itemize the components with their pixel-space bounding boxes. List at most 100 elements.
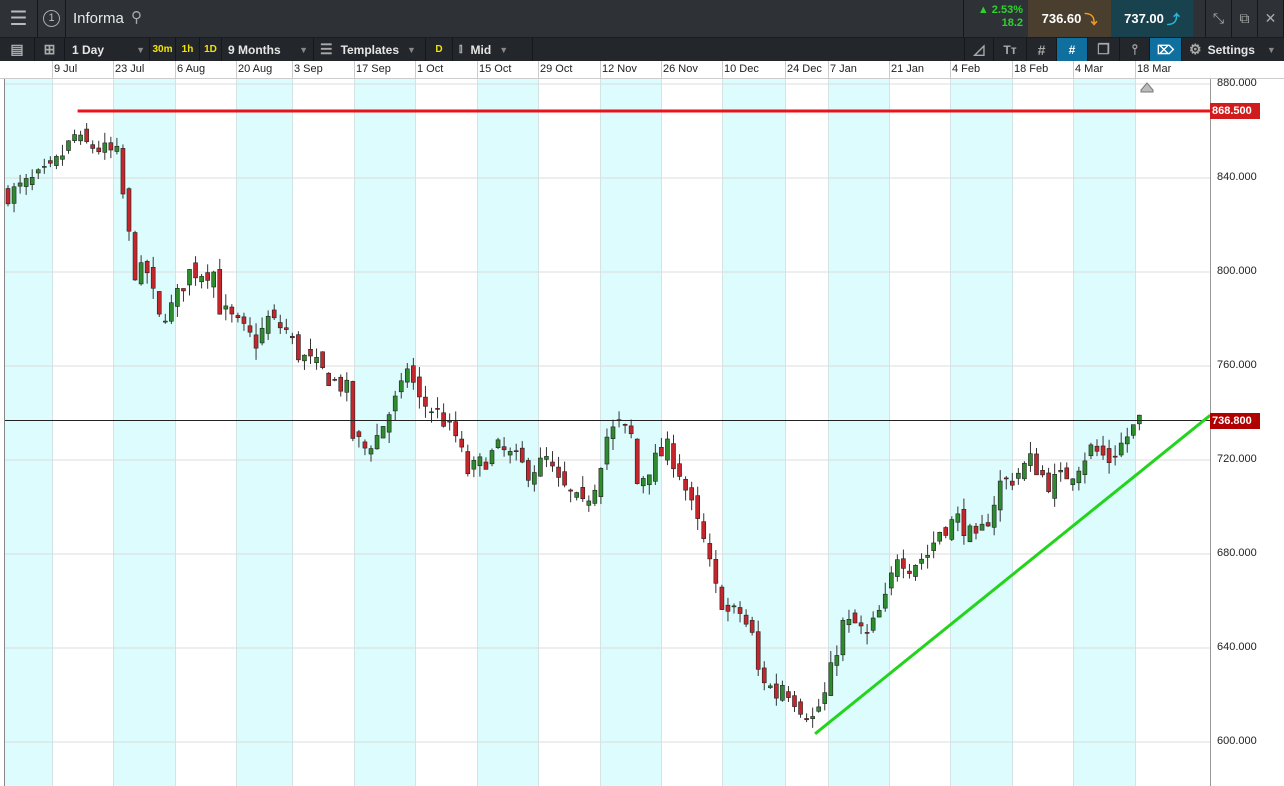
candle-down [1064,467,1070,480]
minimize-icon[interactable]: ⤡ [1205,0,1232,37]
candle-down [774,683,779,699]
candle-up [870,617,876,631]
price-tick-label: 640.000 [1217,641,1257,653]
date-divider [889,61,890,79]
candle-up [610,426,616,439]
sliders-icon: ☰ [320,41,333,57]
candle-up [1076,470,1082,484]
candle-up [913,564,918,577]
date-divider [354,61,355,79]
price-chart[interactable] [0,79,1210,786]
candle-up [60,155,65,160]
candle-up [604,436,610,465]
gear-icon: ⚙ [1189,41,1202,57]
candle-up [138,262,144,285]
candle-down [1009,480,1015,486]
indicator-icon[interactable]: ⫯ [1120,38,1150,61]
candle-up [17,182,23,187]
price-type-dropdown[interactable]: ⫾ Mid ▼ [453,38,533,61]
period-band [5,79,52,786]
candle-up [586,500,592,506]
candle-up [314,357,319,364]
candle-down [786,691,791,698]
candle-down [725,604,731,612]
candle-up [41,166,47,168]
popout-icon[interactable]: ⧉ [1232,0,1258,37]
candle-up [392,395,398,412]
period-band [477,79,538,786]
candle-up [1137,414,1142,425]
date-label: 20 Aug [238,63,273,75]
price-tick-label: 680.000 [1217,547,1257,559]
change-indicator: ▲ 2.53% 18.2 [963,0,1028,37]
candle-up [876,610,882,618]
candle-down [634,438,640,484]
candle-down [707,543,713,560]
candle-down [483,461,489,470]
instrument-name[interactable]: Informa [73,10,124,27]
candle-up [653,452,658,482]
candle-up [380,426,386,439]
range-dropdown[interactable]: 9 Months ▼ [222,38,314,61]
candle-up [1118,442,1124,456]
grid-icon[interactable]: # [1027,38,1057,61]
candle-up [840,619,846,656]
date-label: 15 Oct [479,63,512,75]
interval-30m-button[interactable]: 30m [150,38,176,61]
settings-dropdown[interactable]: ⚙ Settings ▼ [1182,38,1284,61]
interval-1h-button[interactable]: 1h [176,38,200,61]
date-divider [415,61,416,79]
candle-down [755,631,761,670]
grid-edit-icon[interactable]: # [1057,38,1088,61]
close-icon[interactable]: ✕ [1258,0,1284,37]
candle-up [169,302,174,322]
sell-button[interactable]: 736.60 ⤵ [1028,0,1111,37]
search-icon[interactable]: ⚲ [131,8,142,26]
label-tag-icon[interactable]: ⌦ [1150,38,1182,61]
candle-down [1100,445,1106,456]
drawing-tool-icon[interactable]: ◿ [964,38,994,61]
link-group-button[interactable]: 1 [38,0,66,37]
candle-down [961,508,967,537]
candle-up [949,519,955,540]
candle-down [247,325,253,333]
candle-up [665,438,670,461]
date-divider [722,61,723,79]
candle-up [199,276,204,283]
interval-1d-button[interactable]: 1D [200,38,222,61]
templates-dropdown[interactable]: ☰ Templates ▼ [314,38,426,61]
candle-up [882,593,888,609]
candle-up [78,134,83,142]
drawing-d-button[interactable]: D [426,38,453,61]
menu-icon[interactable]: ☰ [0,0,38,37]
candle-up [937,531,943,542]
candles-icon: ⫾ [459,43,463,55]
candle-up [35,169,41,174]
chart-toolbar: ▤ ⊞ 1 Day ▼ 30m 1h 1D 9 Months ▼ ☰ Template… [0,38,1284,61]
price-axis[interactable]: 880.000 840.000 800.000 760.000 720.000 680.0… [1210,77,1284,786]
text-tool-icon[interactable]: Tт [994,38,1027,61]
date-label: 4 Mar [1075,63,1104,75]
windows-icon[interactable]: ❐ [1088,38,1120,61]
candle-up [646,474,652,486]
candle-down [556,466,561,478]
settings-label: Settings [1207,42,1255,57]
date-divider [292,61,293,79]
chevron-down-icon: ▼ [407,44,416,55]
candle-down [713,559,719,584]
interval-dropdown[interactable]: 1 Day ▼ [65,38,150,61]
list-icon[interactable]: ▤ [0,38,35,61]
candle-down [568,489,573,492]
candle-up [404,368,410,383]
candle-down [205,272,210,281]
buy-button[interactable]: 737.00 ⤴ [1111,0,1193,37]
candle-up [429,411,434,414]
date-divider [538,61,539,79]
candle-up [1131,424,1136,436]
candle-up [997,480,1003,511]
layout-icon[interactable]: ⊞ [35,38,65,61]
candle-up [810,716,815,719]
candle-up [23,178,29,187]
candle-up [767,685,773,688]
date-label: 6 Aug [177,63,206,75]
